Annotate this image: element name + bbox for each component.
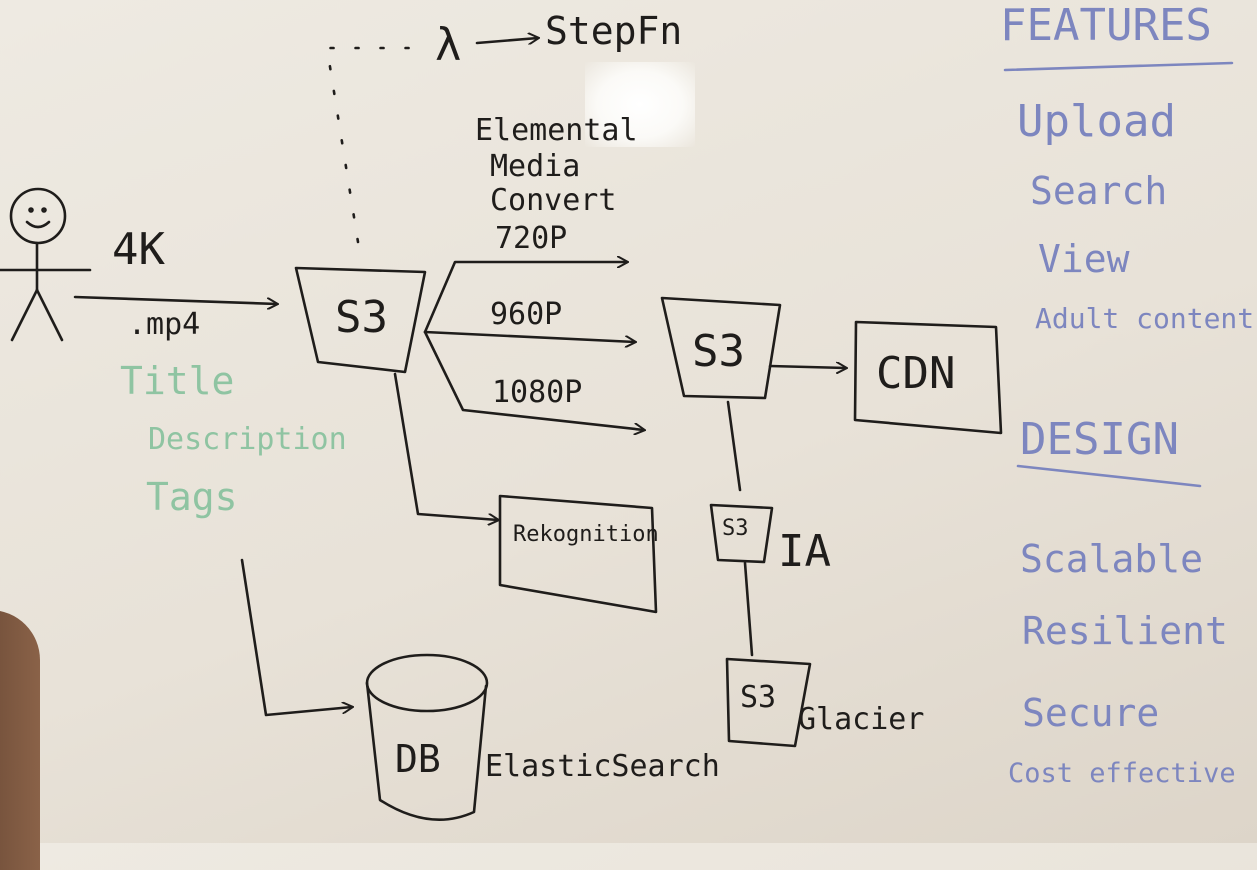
lambda-to-stepfn-arrow [475,38,538,43]
converter-line-1: Elemental [475,113,638,148]
metadata-description: Description [148,422,347,457]
output-s3-label: S3 [692,326,745,377]
upload-arrow [73,295,277,304]
resolution-960p: 960P [490,297,563,332]
elasticsearch-label: ElasticSearch [485,749,720,784]
feature-upload: Upload [1017,96,1176,147]
design-underline [1016,464,1202,488]
feature-adult-content: Adult content [1035,302,1255,335]
design-scalable: Scalable [1020,537,1204,581]
metadata-title: Title [120,359,235,403]
feature-view: View [1038,237,1130,281]
user-stick-figure [0,187,92,342]
resolution-720p: 720P [495,221,568,256]
feature-search: Search [1030,169,1168,213]
ia-s3-label: S3 [722,516,749,541]
design-cost-effective: Cost effective [1008,758,1236,789]
upload-size-label: 4K [112,224,165,275]
source-s3-label: S3 [335,292,388,343]
converter-line-3: Convert [490,183,617,218]
design-secure: Secure [1022,691,1160,735]
glacier-label: Glacier [798,702,925,737]
database-label: DB [395,737,441,781]
s3-to-ia-line [726,400,742,492]
design-heading: DESIGN [1020,414,1179,465]
ia-to-glacier-line [743,561,754,657]
lambda-symbol: λ [435,20,462,71]
resolution-1080p: 1080P [492,375,583,410]
metadata-tags: Tags [146,475,238,519]
rekognition-box [498,494,658,614]
metadata-to-db-arrow [240,558,352,717]
s3-to-cdn-arrow [768,366,846,368]
upload-format-label: .mp4 [128,307,201,342]
features-heading: FEATURES [1000,0,1212,51]
dotted-trigger-line [325,46,417,244]
converter-line-2: Media [490,149,581,184]
step-function-label: StepFn [545,9,683,53]
ia-label: IA [778,526,831,577]
features-underline [1003,61,1234,72]
glacier-s3-label: S3 [740,680,777,715]
s3-to-rekognition-arrow [393,372,498,520]
arrow-960p [423,330,635,342]
rekognition-label: Rekognition [513,522,659,547]
cdn-label: CDN [876,348,956,399]
design-resilient: Resilient [1022,609,1228,653]
